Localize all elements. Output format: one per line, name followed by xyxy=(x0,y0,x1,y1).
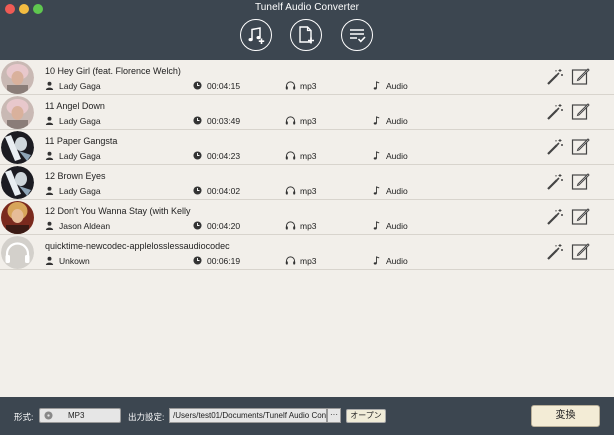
headphones-icon xyxy=(285,151,296,160)
duration-value: 00:04:20 xyxy=(207,221,241,231)
clock-icon xyxy=(193,116,202,125)
edit-icon[interactable] xyxy=(571,67,590,86)
album-art xyxy=(1,166,34,199)
album-art xyxy=(1,131,34,164)
album-art xyxy=(1,61,34,94)
format-value: mp3 xyxy=(300,221,317,231)
track-title: 10 Hey Girl (feat. Florence Welch) xyxy=(45,66,181,76)
artist-name: Lady Gaga xyxy=(59,151,101,161)
music-note-icon xyxy=(373,221,380,230)
artist-name: Jason Aldean xyxy=(59,221,111,231)
music-note-icon xyxy=(373,116,380,125)
person-icon xyxy=(45,256,54,265)
format-select-value: MP3 xyxy=(68,411,85,420)
artist-name: Lady Gaga xyxy=(59,116,101,126)
track-row[interactable]: quicktime-newcodec-applelosslessaudiocod… xyxy=(0,235,614,270)
clock-icon xyxy=(193,81,202,90)
app-title: Tunelf Audio Converter xyxy=(254,2,360,13)
clock-icon xyxy=(193,221,202,230)
output-label: 出力設定: xyxy=(128,412,165,422)
track-row[interactable]: 10 Hey Girl (feat. Florence Welch) Lady … xyxy=(0,60,614,95)
headphones-icon xyxy=(285,221,296,230)
bottom-bar: 形式: MP3 出力設定: /Users/test01/Documents/Tu… xyxy=(0,397,614,435)
music-note-icon xyxy=(373,186,380,195)
type-value: Audio xyxy=(386,256,408,266)
converted-list-button[interactable] xyxy=(341,19,373,51)
artist-name: Unkown xyxy=(59,256,90,266)
magic-wand-icon[interactable] xyxy=(546,103,564,121)
title-bar: Tunelf Audio Converter xyxy=(0,0,614,60)
headphones-icon xyxy=(285,256,296,265)
person-icon xyxy=(45,116,54,125)
format-value: mp3 xyxy=(300,186,317,196)
edit-icon[interactable] xyxy=(571,207,590,226)
track-title: 11 Paper Gangsta xyxy=(45,136,118,146)
duration-value: 00:04:23 xyxy=(207,151,241,161)
open-folder-button[interactable]: オープン xyxy=(346,409,386,423)
magic-wand-icon[interactable] xyxy=(546,173,564,191)
duration-value: 00:04:02 xyxy=(207,186,241,196)
artist-name: Lady Gaga xyxy=(59,186,101,196)
music-note-plus-icon xyxy=(248,27,265,44)
type-value: Audio xyxy=(386,81,408,91)
track-title: 12 Brown Eyes xyxy=(45,171,106,181)
magic-wand-icon[interactable] xyxy=(546,68,564,86)
album-art xyxy=(1,96,34,129)
headphones-icon xyxy=(285,116,296,125)
album-art xyxy=(1,201,34,234)
add-music-button[interactable] xyxy=(240,19,272,51)
add-file-button[interactable] xyxy=(290,19,322,51)
format-select[interactable]: MP3 xyxy=(39,408,121,423)
disc-icon xyxy=(44,411,53,420)
headphones-icon xyxy=(285,186,296,195)
clock-icon xyxy=(193,186,202,195)
music-note-icon xyxy=(373,151,380,160)
browse-button[interactable]: ··· xyxy=(327,408,341,423)
document-plus-icon xyxy=(299,26,314,44)
track-title: 12 Don't You Wanna Stay (with Kelly xyxy=(45,206,191,216)
edit-icon[interactable] xyxy=(571,172,590,191)
magic-wand-icon[interactable] xyxy=(546,208,564,226)
music-note-icon xyxy=(373,81,380,90)
type-value: Audio xyxy=(386,116,408,126)
person-icon xyxy=(45,151,54,160)
track-title: quicktime-newcodec-applelosslessaudiocod… xyxy=(45,241,230,251)
convert-button[interactable]: 変換 xyxy=(531,405,600,427)
track-list: 10 Hey Girl (feat. Florence Welch) Lady … xyxy=(0,60,614,397)
album-art-placeholder xyxy=(1,236,34,269)
person-icon xyxy=(45,186,54,195)
track-row[interactable]: 12 Don't You Wanna Stay (with Kelly Jaso… xyxy=(0,200,614,235)
track-row[interactable]: 11 Angel Down Lady Gaga 00:03:49 mp3 Aud… xyxy=(0,95,614,130)
duration-value: 00:04:15 xyxy=(207,81,241,91)
edit-icon[interactable] xyxy=(571,137,590,156)
duration-value: 00:06:19 xyxy=(207,256,241,266)
clock-icon xyxy=(193,256,202,265)
track-title: 11 Angel Down xyxy=(45,101,105,111)
clock-icon xyxy=(193,151,202,160)
output-path-field[interactable]: /Users/test01/Documents/Tunelf Audio Con… xyxy=(169,408,327,423)
edit-icon[interactable] xyxy=(571,242,590,261)
duration-value: 00:03:49 xyxy=(207,116,241,126)
format-value: mp3 xyxy=(300,81,317,91)
edit-icon[interactable] xyxy=(571,102,590,121)
magic-wand-icon[interactable] xyxy=(546,243,564,261)
type-value: Audio xyxy=(386,186,408,196)
format-value: mp3 xyxy=(300,116,317,126)
music-note-icon xyxy=(373,256,380,265)
track-row[interactable]: 12 Brown Eyes Lady Gaga 00:04:02 mp3 Aud… xyxy=(0,165,614,200)
track-row[interactable]: 11 Paper Gangsta Lady Gaga 00:04:23 mp3 … xyxy=(0,130,614,165)
type-value: Audio xyxy=(386,221,408,231)
magic-wand-icon[interactable] xyxy=(546,138,564,156)
artist-name: Lady Gaga xyxy=(59,81,101,91)
list-check-icon xyxy=(350,29,366,43)
headphones-icon xyxy=(285,81,296,90)
output-path-value: /Users/test01/Documents/Tunelf Audio Con… xyxy=(173,411,327,420)
format-label: 形式: xyxy=(14,412,34,422)
format-value: mp3 xyxy=(300,151,317,161)
person-icon xyxy=(45,81,54,90)
person-icon xyxy=(45,221,54,230)
type-value: Audio xyxy=(386,151,408,161)
format-value: mp3 xyxy=(300,256,317,266)
